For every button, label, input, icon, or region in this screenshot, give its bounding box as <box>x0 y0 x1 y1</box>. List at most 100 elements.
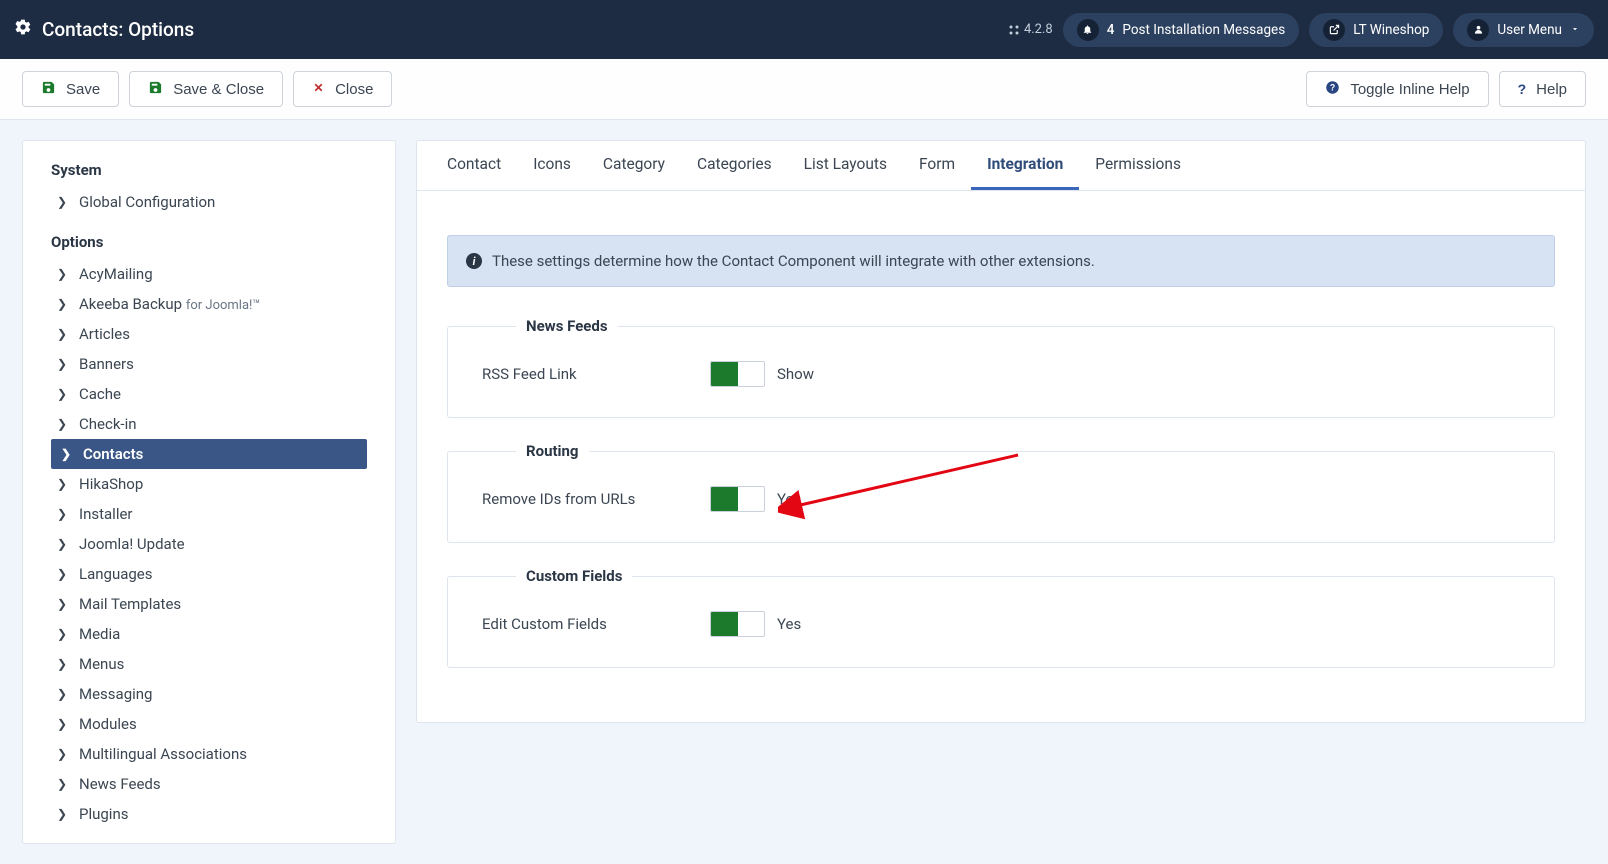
sidebar-item-media[interactable]: ❯Media <box>23 619 395 649</box>
question-icon: ? <box>1518 81 1527 97</box>
site-link-button[interactable]: LT Wineshop <box>1309 13 1443 47</box>
sidebar-item-check-in[interactable]: ❯Check-in <box>23 409 395 439</box>
sidebar-system-heading: System <box>23 155 395 187</box>
sidebar-item-acymailing[interactable]: ❯AcyMailing <box>23 259 395 289</box>
sidebar-item-banners[interactable]: ❯Banners <box>23 349 395 379</box>
label-remove-ids: Remove IDs from URLs <box>482 490 710 508</box>
sidebar-item-menus[interactable]: ❯Menus <box>23 649 395 679</box>
chevron-right-icon: ❯ <box>57 507 69 521</box>
save-icon <box>148 80 163 98</box>
save-icon <box>41 80 56 98</box>
fieldset-custom-fields: Custom Fields Edit Custom Fields Yes <box>447 567 1555 668</box>
tab-icons[interactable]: Icons <box>517 141 587 190</box>
messages-label: Post Installation Messages <box>1122 22 1285 38</box>
messages-count: 4 <box>1107 22 1115 38</box>
sidebar-item-cache[interactable]: ❯Cache <box>23 379 395 409</box>
legend-custom-fields: Custom Fields <box>516 567 632 585</box>
gear-icon <box>14 18 32 41</box>
post-install-messages-button[interactable]: 4 Post Installation Messages <box>1063 13 1299 47</box>
sidebar-item-mail-templates[interactable]: ❯Mail Templates <box>23 589 395 619</box>
close-button[interactable]: Close <box>293 71 392 107</box>
toggle-edit-custom-fields[interactable] <box>710 611 765 637</box>
chevron-right-icon: ❯ <box>57 327 69 341</box>
label-edit-custom-fields: Edit Custom Fields <box>482 615 710 633</box>
toggle-rss-feed-link[interactable] <box>710 361 765 387</box>
close-icon <box>312 81 325 97</box>
sidebar-item-languages[interactable]: ❯Languages <box>23 559 395 589</box>
chevron-right-icon: ❯ <box>57 657 69 671</box>
fieldset-news-feeds: News Feeds RSS Feed Link Show <box>447 317 1555 418</box>
chevron-right-icon: ❯ <box>57 687 69 701</box>
chevron-right-icon: ❯ <box>57 747 69 761</box>
chevron-right-icon: ❯ <box>57 357 69 371</box>
legend-news-feeds: News Feeds <box>516 317 618 335</box>
tab-form[interactable]: Form <box>903 141 971 190</box>
chevron-right-icon: ❯ <box>57 807 69 821</box>
tab-list-layouts[interactable]: List Layouts <box>788 141 903 190</box>
chevron-right-icon: ❯ <box>57 417 69 431</box>
sidebar-item-articles[interactable]: ❯Articles <box>23 319 395 349</box>
chevron-right-icon: ❯ <box>57 537 69 551</box>
sidebar-options-heading: Options <box>23 227 395 259</box>
sidebar-item-plugins[interactable]: ❯Plugins <box>23 799 395 829</box>
chevron-right-icon: ❯ <box>57 717 69 731</box>
sidebar-item-modules[interactable]: ❯Modules <box>23 709 395 739</box>
tab-permissions[interactable]: Permissions <box>1079 141 1197 190</box>
chevron-right-icon: ❯ <box>57 777 69 791</box>
sidebar-item-hikashop[interactable]: ❯HikaShop <box>23 469 395 499</box>
alert-text: These settings determine how the Contact… <box>492 252 1095 270</box>
chevron-right-icon: ❯ <box>57 597 69 611</box>
value-edit-custom-fields: Yes <box>777 615 801 633</box>
tab-category[interactable]: Category <box>587 141 681 190</box>
chevron-right-icon: ❯ <box>57 477 69 491</box>
external-link-icon <box>1323 19 1345 41</box>
page-title: Contacts: Options <box>42 18 194 41</box>
sidebar-item-messaging[interactable]: ❯Messaging <box>23 679 395 709</box>
value-remove-ids: Yes <box>777 490 801 508</box>
chevron-right-icon: ❯ <box>57 297 69 311</box>
save-close-button[interactable]: Save & Close <box>129 71 283 107</box>
top-bar: Contacts: Options 4.2.8 4 Post Installat… <box>0 0 1608 59</box>
tab-contact[interactable]: Contact <box>431 141 517 190</box>
joomla-icon <box>1008 24 1020 36</box>
tab-categories[interactable]: Categories <box>681 141 788 190</box>
save-button[interactable]: Save <box>22 71 119 107</box>
chevron-right-icon: ❯ <box>57 567 69 581</box>
bell-icon <box>1077 19 1099 41</box>
toggle-remove-ids[interactable] <box>710 486 765 512</box>
sidebar-item-installer[interactable]: ❯Installer <box>23 499 395 529</box>
toggle-inline-help-button[interactable]: ? Toggle Inline Help <box>1306 71 1488 107</box>
toolbar: Save Save & Close Close ? Toggle Inline … <box>0 59 1608 120</box>
tab-integration[interactable]: Integration <box>971 141 1079 190</box>
chevron-right-icon: ❯ <box>57 387 69 401</box>
info-icon: i <box>466 253 482 269</box>
sidebar-item-contacts[interactable]: ❯Contacts <box>51 439 367 469</box>
content: Contact Icons Category Categories List L… <box>416 140 1586 723</box>
label-rss-feed-link: RSS Feed Link <box>482 365 710 383</box>
chevron-right-icon: ❯ <box>57 627 69 641</box>
question-circle-icon: ? <box>1325 80 1340 98</box>
sidebar-item-akeeba-backup[interactable]: ❯Akeeba Backup for Joomla!™ <box>23 289 395 319</box>
tabs: Contact Icons Category Categories List L… <box>417 141 1585 191</box>
fieldset-routing: Routing Remove IDs from URLs Yes <box>447 442 1555 543</box>
chevron-right-icon: ❯ <box>61 447 73 461</box>
version-label: 4.2.8 <box>1008 22 1053 37</box>
site-name: LT Wineshop <box>1353 22 1429 38</box>
user-icon <box>1467 19 1489 41</box>
main: System ❯ Global Configuration Options ❯A… <box>0 120 1608 864</box>
chevron-right-icon: ❯ <box>57 195 69 209</box>
user-menu-button[interactable]: User Menu <box>1453 13 1594 47</box>
sidebar-item-news-feeds[interactable]: ❯News Feeds <box>23 769 395 799</box>
sidebar-item-multilingual-associations[interactable]: ❯Multilingual Associations <box>23 739 395 769</box>
sidebar-global-configuration[interactable]: ❯ Global Configuration <box>23 187 395 217</box>
sidebar-item-joomla-update[interactable]: ❯Joomla! Update <box>23 529 395 559</box>
legend-routing: Routing <box>516 442 589 460</box>
info-alert: i These settings determine how the Conta… <box>447 235 1555 287</box>
help-button[interactable]: ? Help <box>1499 71 1586 107</box>
chevron-down-icon <box>1570 22 1580 38</box>
user-menu-label: User Menu <box>1497 22 1562 38</box>
value-rss-feed-link: Show <box>777 365 814 383</box>
panel: i These settings determine how the Conta… <box>417 191 1585 722</box>
chevron-right-icon: ❯ <box>57 267 69 281</box>
svg-text:?: ? <box>1330 83 1335 93</box>
